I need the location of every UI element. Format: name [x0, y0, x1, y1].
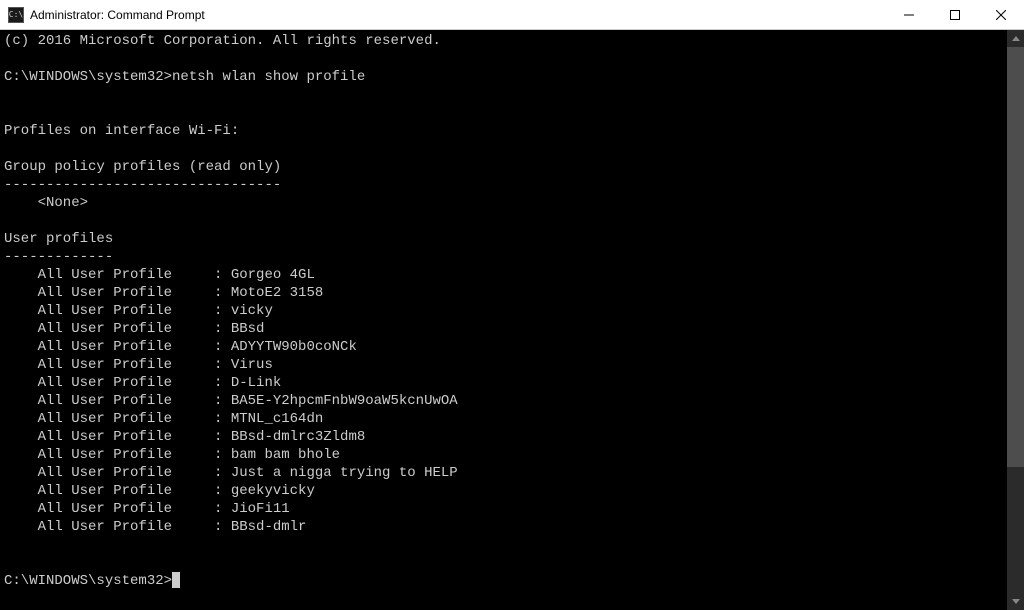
scrollbar-down-button[interactable]: [1007, 593, 1024, 610]
command-line: C:\WINDOWS\system32>netsh wlan show prof…: [4, 68, 1003, 86]
window-title: Administrator: Command Prompt: [30, 8, 886, 22]
command-prompt-window: C:\ Administrator: Command Prompt (c) 20…: [0, 0, 1024, 610]
cursor: [172, 572, 180, 588]
maximize-button[interactable]: [932, 0, 978, 29]
cmd-icon: C:\: [8, 7, 24, 23]
separator-line: ---------------------------------: [4, 177, 281, 193]
chevron-down-icon: [1012, 599, 1020, 604]
scrollbar[interactable]: [1007, 30, 1024, 610]
maximize-icon: [950, 10, 960, 20]
prompt-path: C:\WINDOWS\system32>: [4, 68, 172, 86]
command-text: netsh wlan show profile: [172, 68, 365, 86]
group-policy-header: Group policy profiles (read only): [4, 159, 281, 175]
prompt-line: C:\WINDOWS\system32>: [4, 572, 1003, 590]
user-profiles-header: User profiles: [4, 231, 113, 247]
scrollbar-thumb[interactable]: [1007, 47, 1024, 467]
prompt-path: C:\WINDOWS\system32>: [4, 572, 172, 590]
titlebar[interactable]: C:\ Administrator: Command Prompt: [0, 0, 1024, 30]
window-controls: [886, 0, 1024, 29]
scrollbar-up-button[interactable]: [1007, 30, 1024, 47]
interface-header: Profiles on interface Wi-Fi:: [4, 123, 239, 139]
terminal-output[interactable]: (c) 2016 Microsoft Corporation. All righ…: [0, 30, 1007, 610]
profiles-list: All User Profile : Gorgeo 4GL All User P…: [4, 266, 1003, 536]
minimize-button[interactable]: [886, 0, 932, 29]
close-button[interactable]: [978, 0, 1024, 29]
separator-line: -------------: [4, 249, 113, 265]
copyright-line: (c) 2016 Microsoft Corporation. All righ…: [4, 33, 441, 49]
minimize-icon: [904, 10, 914, 20]
group-policy-none: <None>: [4, 195, 88, 211]
terminal-area: (c) 2016 Microsoft Corporation. All righ…: [0, 30, 1024, 610]
chevron-up-icon: [1012, 36, 1020, 41]
close-icon: [996, 10, 1006, 20]
